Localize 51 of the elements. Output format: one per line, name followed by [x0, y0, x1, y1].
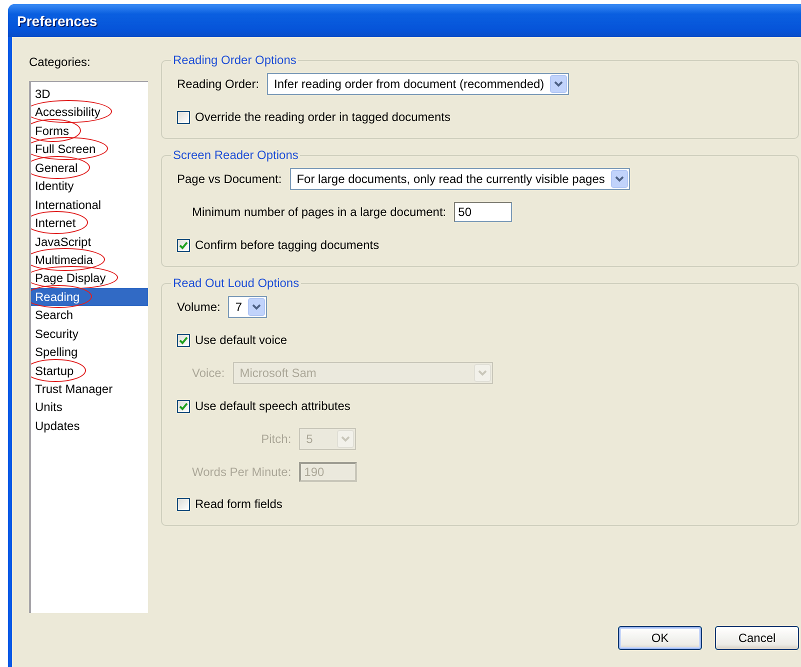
field-label: Voice:	[192, 366, 225, 380]
category-item[interactable]: Reading	[31, 288, 148, 306]
category-item[interactable]: JavaScript	[31, 232, 148, 251]
category-item[interactable]: Updates	[31, 416, 148, 436]
category-item[interactable]: 3D	[31, 85, 148, 104]
field-label: Page vs Document:	[177, 172, 282, 186]
checkbox[interactable]	[177, 400, 190, 412]
category-item[interactable]: Units	[31, 398, 148, 417]
dropdown[interactable]: Infer reading order from document (recommended)	[267, 73, 570, 95]
field-label: Volume:	[177, 300, 220, 314]
dropdown[interactable]: For large documents, only read the currently visible pages	[290, 168, 630, 190]
categories-label: Categories:	[29, 54, 92, 71]
category-item[interactable]: General	[31, 158, 148, 178]
cancel-button[interactable]: Cancel	[715, 626, 799, 650]
window-title: Preferences	[17, 12, 98, 28]
category-item[interactable]: Startup	[31, 362, 148, 380]
input-field[interactable]: 50	[454, 202, 512, 222]
checkbox[interactable]	[177, 334, 190, 346]
checkbox-label[interactable]: Confirm before tagging documents	[195, 238, 380, 252]
group-title: Screen Reader Options	[172, 148, 300, 162]
field-label: Minimum number of pages in a large document:	[192, 205, 446, 219]
group-title: Read Out Loud Options	[172, 276, 300, 290]
checkbox-label[interactable]: Read form fields	[195, 497, 282, 511]
checkbox[interactable]	[177, 110, 190, 124]
category-item[interactable]: Search	[31, 306, 148, 325]
caret-icon	[337, 430, 354, 448]
caret-icon	[610, 170, 628, 188]
category-item[interactable]: Accessibility	[31, 103, 148, 122]
field-label: Words Per Minute:	[192, 465, 292, 479]
checkbox-label[interactable]: Use default voice	[195, 333, 288, 347]
group-title: Reading Order Options	[172, 53, 298, 67]
checkbox[interactable]	[177, 498, 190, 510]
category-item[interactable]: Multimedia	[31, 250, 148, 270]
checkbox-label[interactable]: Override the reading order in tagged documents	[195, 110, 450, 124]
category-item[interactable]: International	[31, 196, 148, 214]
dropdown[interactable]: 7	[228, 296, 268, 318]
category-item[interactable]: Identity	[31, 177, 148, 196]
category-item[interactable]: Trust Manager	[31, 380, 148, 398]
category-item[interactable]: Spelling	[31, 343, 148, 362]
category-item[interactable]: Internet	[31, 214, 148, 232]
checkbox[interactable]	[177, 238, 190, 252]
category-item[interactable]: Full Screen	[31, 140, 148, 159]
field-label: Pitch:	[260, 432, 292, 446]
caret-icon	[550, 75, 568, 93]
caret-icon	[248, 298, 266, 316]
category-item[interactable]: Security	[31, 324, 148, 344]
caret-icon	[474, 364, 491, 382]
ok-button[interactable]: OK	[618, 626, 702, 650]
field-label: Reading Order:	[177, 77, 260, 91]
checkbox-label[interactable]: Use default speech attributes	[195, 399, 350, 413]
category-item[interactable]: Forms	[31, 122, 148, 140]
